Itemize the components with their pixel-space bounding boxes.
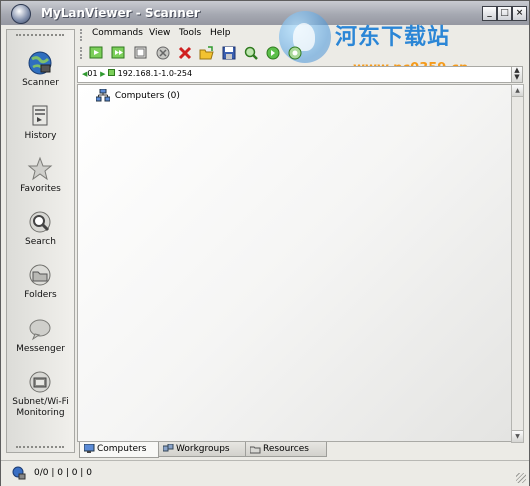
tab-label: Workgroups <box>176 444 230 454</box>
tab-computers[interactable]: Computers <box>79 442 159 458</box>
scan-refresh-icon[interactable] <box>133 45 149 61</box>
menu-view[interactable]: View <box>149 28 170 38</box>
tab-label: Computers <box>97 444 147 454</box>
scanner-globe-icon <box>28 51 52 75</box>
sidebar-item-label: Messenger <box>16 344 65 354</box>
ip-range-display: ◀01 ▶ 192.168.1-1.0-254 <box>82 69 192 78</box>
ip-range-text: 192.168.1-1.0-254 <box>117 69 193 78</box>
sidebar-grip-bottom <box>16 446 64 448</box>
sidebar-item-monitoring[interactable]: Subnet/Wi-Fi Monitoring <box>7 367 74 427</box>
find-next-icon[interactable] <box>265 45 281 61</box>
history-icon <box>32 105 48 126</box>
status-counts: 0/0 | 0 | 0 | 0 <box>34 468 92 478</box>
menu-commands[interactable]: Commands <box>92 28 143 38</box>
range-marker-icon <box>108 69 116 76</box>
folders-icon <box>29 264 51 286</box>
menu-bar: Commands View Tools Help <box>77 27 527 42</box>
sidebar-item-label: Subnet/Wi-Fi Monitoring <box>12 397 69 418</box>
maximize-button[interactable]: □ <box>497 6 512 21</box>
toolbar-grip[interactable] <box>80 47 84 59</box>
menu-grip[interactable] <box>80 29 84 41</box>
menu-help[interactable]: Help <box>210 28 231 38</box>
resources-icon <box>250 446 261 454</box>
options-icon[interactable] <box>287 45 303 61</box>
tab-workgroups[interactable]: Workgroups <box>158 442 246 457</box>
status-bar: 0/0 | 0 | 0 | 0 <box>1 460 529 486</box>
range-spin-button[interactable]: ▲ ▼ <box>511 67 522 82</box>
scan-next-icon[interactable] <box>111 45 127 61</box>
vertical-scrollbar[interactable]: ▲ ▼ <box>511 84 524 443</box>
scroll-down-button[interactable]: ▼ <box>512 430 523 442</box>
tree-item-label: Computers (0) <box>114 90 180 101</box>
search-icon <box>29 211 51 233</box>
monitoring-icon <box>29 371 51 393</box>
minimize-button[interactable]: _ <box>482 6 497 21</box>
find-icon[interactable] <box>243 45 259 61</box>
scroll-up-button[interactable]: ▲ <box>512 85 523 97</box>
messenger-icon <box>29 319 51 341</box>
star-icon <box>27 156 53 181</box>
arrow-right-icon[interactable]: ▶ <box>100 70 105 78</box>
network-status-icon <box>12 466 26 480</box>
range-prefix: 01 <box>87 69 98 78</box>
sidebar-item-search[interactable]: Search <box>7 207 74 257</box>
tab-resources[interactable]: Resources <box>245 442 327 457</box>
computers-icon <box>84 444 95 453</box>
tab-label: Resources <box>263 444 309 454</box>
sidebar-item-favorites[interactable]: Favorites <box>7 154 74 204</box>
toolbar <box>77 44 527 64</box>
computers-tree[interactable]: Computers (0) <box>77 84 512 442</box>
sidebar: Scanner History Favorites Search Folders… <box>6 29 75 453</box>
close-button[interactable]: × <box>512 6 527 21</box>
sidebar-grip[interactable] <box>16 34 64 38</box>
sidebar-item-folders[interactable]: Folders <box>7 260 74 310</box>
sidebar-item-label: Scanner <box>22 78 59 88</box>
sidebar-item-history[interactable]: History <box>7 101 74 151</box>
delete-icon[interactable] <box>177 45 193 61</box>
sidebar-item-label: History <box>24 131 57 141</box>
scan-start-icon[interactable] <box>89 45 105 61</box>
sidebar-item-label: Folders <box>24 290 57 300</box>
sidebar-item-messenger[interactable]: Messenger <box>7 314 74 364</box>
sidebar-item-scanner[interactable]: Scanner <box>7 48 74 98</box>
ip-range-bar[interactable]: ◀01 ▶ 192.168.1-1.0-254 ▲ ▼ <box>77 66 523 83</box>
save-icon[interactable] <box>221 45 237 61</box>
network-icon <box>96 89 110 102</box>
stop-icon[interactable] <box>155 45 171 61</box>
app-logo-icon[interactable] <box>11 4 31 24</box>
app-window: MyLanViewer - Scanner _ □ × 河东下载站 www.pc… <box>0 0 530 486</box>
sidebar-item-label: Favorites <box>20 184 61 194</box>
sidebar-item-label: Search <box>25 237 56 247</box>
window-title: MyLanViewer - Scanner <box>41 6 200 20</box>
view-tabs: Computers Workgroups Resources <box>77 442 527 458</box>
workgroups-icon <box>163 444 174 452</box>
open-icon[interactable] <box>199 45 215 61</box>
resize-grip[interactable] <box>516 473 526 483</box>
tree-item-computers[interactable]: Computers (0) <box>96 89 180 103</box>
menu-tools[interactable]: Tools <box>179 28 201 38</box>
